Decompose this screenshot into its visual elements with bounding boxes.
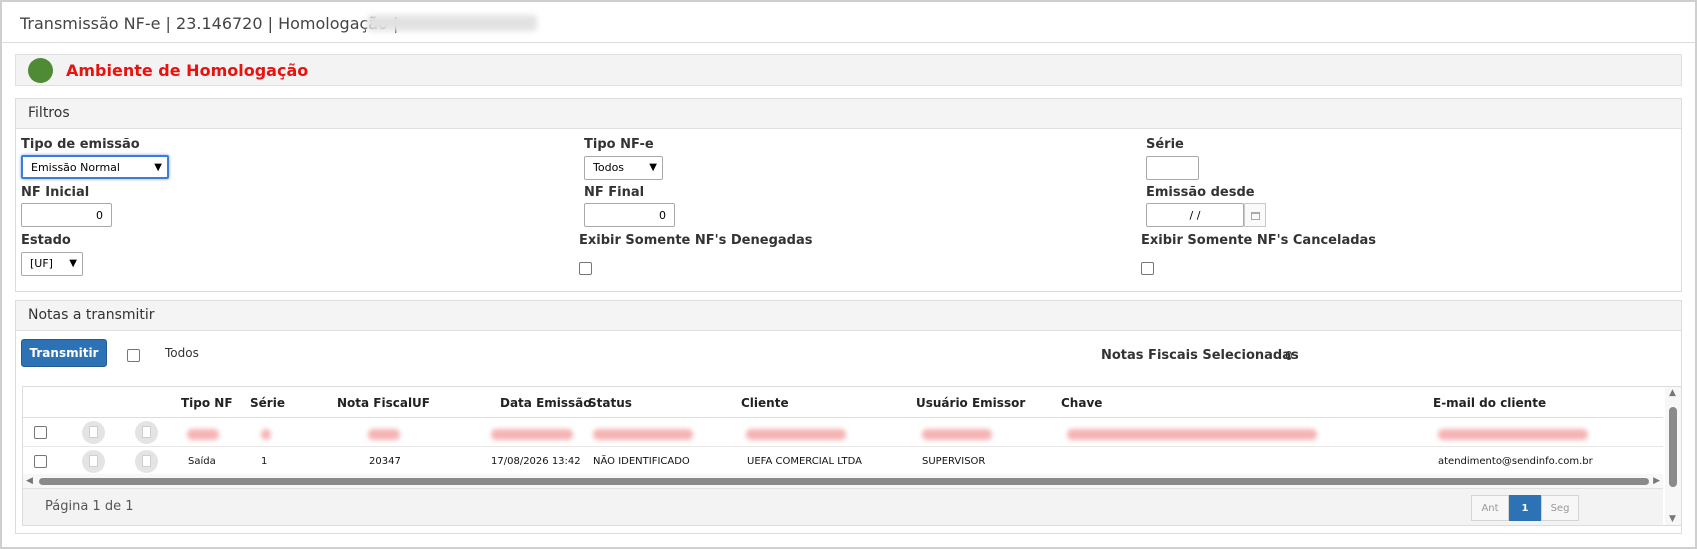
page-1-button[interactable]: 1 [1509, 495, 1541, 521]
pagination-bar: Página 1 de 1 Ant 1 Seg [23, 488, 1663, 525]
horizontal-scroll-thumb[interactable] [39, 478, 1649, 485]
serie-input[interactable] [1146, 156, 1199, 180]
calendar-button[interactable] [1244, 203, 1266, 227]
nf-inicial-label: NF Inicial [21, 185, 90, 200]
column-header-usuario-emissor[interactable]: Usuário Emissor [916, 396, 1025, 410]
emissao-desde-value: / / [1189, 209, 1201, 222]
column-header-serie[interactable]: Série [250, 396, 285, 410]
tipo-emissao-label: Tipo de emissão [21, 137, 140, 152]
window-title: Transmissão NF-e | 23.146720 | Homologaç… [20, 14, 399, 33]
serie-label: Série [1146, 137, 1184, 152]
redacted-title-segment [367, 15, 537, 31]
tipo-nfe-select[interactable]: Todos ▼ [584, 156, 663, 180]
cell-data-emissao: 17/08/2026 13:42 [491, 456, 581, 467]
redacted-cell [261, 429, 271, 440]
redacted-cell [746, 429, 846, 440]
column-header-status[interactable]: Status [588, 396, 632, 410]
column-header-uf[interactable]: UF [412, 396, 430, 410]
select-all-label: Todos [165, 346, 199, 360]
row-checkbox[interactable] [34, 455, 47, 468]
vertical-scrollbar[interactable]: ▲ ▼ [1665, 387, 1681, 525]
estado-value: [UF] [30, 257, 53, 270]
environment-banner: Ambiente de Homologação [15, 54, 1682, 86]
chevron-down-icon: ▼ [649, 162, 657, 173]
column-header-data-emissao[interactable]: Data Emissão [500, 396, 592, 410]
nf-inicial-input[interactable]: 0 [21, 203, 112, 227]
selected-count-label: Notas Fiscais Selecionadas [1101, 348, 1299, 363]
chevron-down-icon: ▼ [154, 162, 162, 173]
cell-usuario-emissor: SUPERVISOR [922, 456, 986, 467]
column-header-cliente[interactable]: Cliente [741, 396, 789, 410]
next-page-button[interactable]: Seg [1541, 495, 1579, 521]
emissao-desde-label: Emissão desde [1146, 185, 1255, 200]
document-icon[interactable] [82, 421, 105, 444]
previous-page-button[interactable]: Ant [1471, 495, 1509, 521]
horizontal-scrollbar[interactable]: ◀ ▶ [23, 474, 1663, 488]
column-header-tipo-nf[interactable]: Tipo NF [181, 396, 233, 410]
scroll-down-icon[interactable]: ▼ [1669, 514, 1676, 524]
redacted-cell [1438, 429, 1588, 440]
cell-tipo-nf: Saída [188, 456, 216, 467]
pagination-text: Página 1 de 1 [45, 499, 134, 514]
cell-nota-fiscal: 20347 [369, 456, 401, 467]
selected-count-value: 0 [1285, 349, 1293, 363]
denegadas-checkbox[interactable] [579, 262, 592, 275]
tipo-emissao-select[interactable]: Emissão Normal ▼ [21, 155, 169, 179]
redacted-cell [922, 429, 992, 440]
transmit-button[interactable]: Transmitir [21, 339, 107, 367]
title-bar: Transmissão NF-e | 23.146720 | Homologaç… [2, 2, 1695, 43]
cell-cliente: UEFA COMERCIAL LTDA [747, 456, 862, 467]
emissao-desde-input[interactable]: / / [1146, 203, 1244, 227]
calendar-icon [1251, 212, 1260, 220]
redacted-cell [368, 429, 400, 440]
chevron-down-icon: ▼ [69, 258, 77, 269]
denegadas-label: Exibir Somente NF's Denegadas [579, 233, 813, 248]
notes-table: Tipo NF Série Nota Fiscal UF Data Emissã… [22, 386, 1682, 526]
pdf-icon[interactable] [135, 421, 158, 444]
nf-final-label: NF Final [584, 185, 645, 200]
pdf-icon[interactable] [135, 450, 158, 473]
cell-serie: 1 [261, 456, 268, 467]
app-window: Transmissão NF-e | 23.146720 | Homologaç… [0, 0, 1697, 549]
column-header-email[interactable]: E-mail do cliente [1433, 396, 1546, 410]
canceladas-checkbox[interactable] [1141, 262, 1154, 275]
tipo-emissao-value: Emissão Normal [31, 161, 120, 174]
tipo-nfe-label: Tipo NF-e [584, 137, 654, 152]
table-row-redacted[interactable] [23, 418, 1663, 447]
filters-panel-title: Filtros [16, 99, 1681, 129]
tipo-nfe-value: Todos [593, 161, 625, 174]
document-icon[interactable] [82, 450, 105, 473]
scroll-right-icon[interactable]: ▶ [1653, 476, 1660, 486]
notes-panel: Notas a transmitir Transmitir Todos Nota… [15, 300, 1682, 534]
scroll-up-icon[interactable]: ▲ [1669, 388, 1676, 398]
column-header-nota-fiscal[interactable]: Nota Fiscal [337, 396, 412, 410]
table-row[interactable]: Saída 1 20347 17/08/2026 13:42 NÃO IDENT… [23, 447, 1663, 476]
row-checkbox[interactable] [34, 426, 47, 439]
canceladas-label: Exibir Somente NF's Canceladas [1141, 233, 1377, 248]
select-all-checkbox[interactable] [127, 349, 140, 362]
redacted-cell [593, 429, 693, 440]
nf-final-input[interactable]: 0 [584, 203, 675, 227]
cell-email: atendimento@sendinfo.com.br [1438, 456, 1593, 467]
filters-panel: Filtros Tipo de emissão Emissão Normal ▼… [15, 98, 1682, 292]
redacted-cell [187, 429, 219, 440]
redacted-cell [491, 429, 573, 440]
notes-panel-title: Notas a transmitir [16, 301, 1681, 331]
environment-status-icon [28, 58, 53, 83]
cell-status: NÃO IDENTIFICADO [593, 456, 690, 467]
column-header-chave[interactable]: Chave [1061, 396, 1102, 410]
estado-label: Estado [21, 233, 71, 248]
estado-select[interactable]: [UF] ▼ [21, 252, 83, 276]
environment-label: Ambiente de Homologação [66, 61, 309, 80]
scroll-left-icon[interactable]: ◀ [26, 476, 33, 486]
vertical-scroll-thumb[interactable] [1669, 407, 1677, 487]
redacted-cell [1067, 429, 1317, 440]
table-header: Tipo NF Série Nota Fiscal UF Data Emissã… [23, 387, 1663, 418]
